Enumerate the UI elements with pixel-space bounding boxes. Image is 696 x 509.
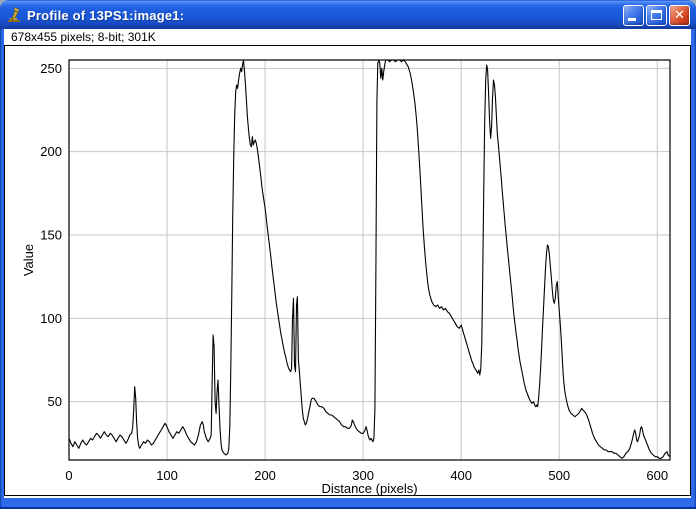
profile-plot: 010020030040050060050100150200250Distanc… <box>5 46 690 495</box>
profile-window: Profile of 13PS1:image1: ✕ 678x455 pixel… <box>0 0 696 509</box>
plot-frame <box>69 60 670 460</box>
minimize-button[interactable] <box>623 5 644 26</box>
y-tick-label: 250 <box>40 61 62 76</box>
x-axis-label: Distance (pixels) <box>321 481 417 495</box>
x-tick-label: 600 <box>646 468 668 483</box>
x-tick-label: 400 <box>450 468 472 483</box>
y-tick-label: 100 <box>40 311 62 326</box>
window-content: 678x455 pixels; 8-bit; 301K 010020030040… <box>4 29 691 498</box>
profile-line <box>69 60 670 458</box>
maximize-icon <box>651 10 662 20</box>
window-title: Profile of 13PS1:image1: <box>27 8 615 23</box>
x-tick-label: 500 <box>548 468 570 483</box>
plot-canvas[interactable]: 010020030040050060050100150200250Distanc… <box>4 45 691 496</box>
image-info-text: 678x455 pixels; 8-bit; 301K <box>4 29 691 45</box>
window-controls: ✕ <box>623 5 690 26</box>
x-tick-label: 0 <box>65 468 72 483</box>
x-tick-label: 200 <box>254 468 276 483</box>
maximize-button[interactable] <box>646 5 667 26</box>
y-tick-label: 150 <box>40 228 62 243</box>
close-icon: ✕ <box>670 6 689 25</box>
y-tick-label: 50 <box>48 394 62 409</box>
imagej-microscope-icon[interactable] <box>7 7 23 23</box>
y-tick-label: 200 <box>40 144 62 159</box>
titlebar[interactable]: Profile of 13PS1:image1: ✕ <box>0 0 696 29</box>
x-tick-label: 100 <box>156 468 178 483</box>
close-button[interactable]: ✕ <box>669 5 690 26</box>
minimize-icon <box>628 18 636 21</box>
y-axis-label: Value <box>21 244 36 276</box>
